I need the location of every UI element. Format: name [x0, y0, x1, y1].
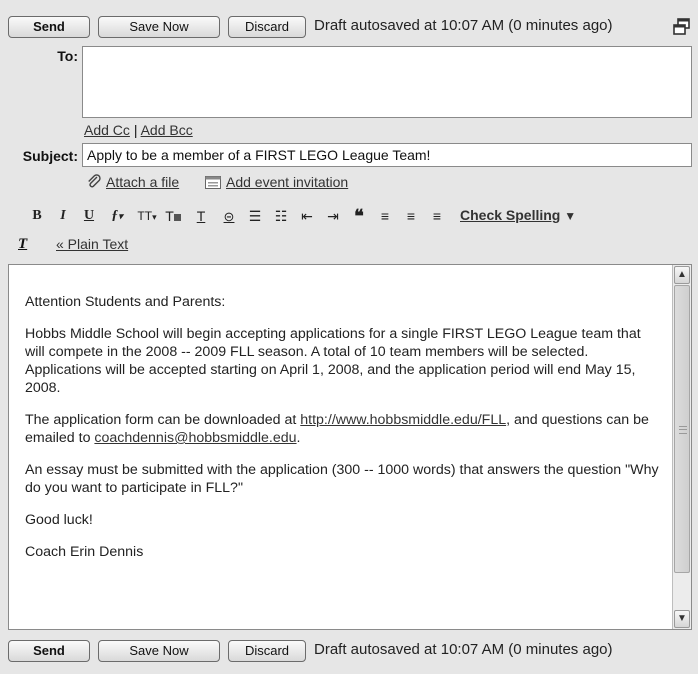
bulleted-list-button[interactable]: ☷ [270, 206, 292, 226]
outdent-button[interactable]: ⇤ [296, 206, 318, 226]
discard-button[interactable]: Discard [228, 16, 306, 38]
align-center-icon: ≡ [406, 208, 416, 224]
scroll-up-icon[interactable]: ▲ [674, 266, 690, 284]
to-label: To: [57, 48, 78, 64]
dropdown-arrow-icon: ▾ [152, 212, 157, 222]
text-color-icon: T [165, 208, 181, 224]
check-spelling-link[interactable]: Check Spelling [460, 207, 560, 223]
link-button[interactable]: ⊝ [218, 206, 240, 226]
autosave-status-bottom: Draft autosaved at 10:07 AM (0 minutes a… [314, 641, 613, 658]
dropdown-arrow-icon: ▾ [118, 211, 123, 221]
highlight-icon: T [196, 208, 206, 224]
scroll-thumb[interactable] [674, 285, 690, 573]
check-spelling-button[interactable]: Check Spelling ▼ [460, 207, 576, 223]
font-button[interactable]: ƒ▾ [102, 206, 132, 226]
indent-button[interactable]: ⇥ [322, 206, 344, 226]
message-editor[interactable]: Attention Students and Parents: Hobbs Mi… [8, 264, 692, 630]
add-event-link[interactable]: Add event invitation [226, 174, 348, 190]
para2-text-c: . [296, 430, 301, 446]
numbered-list-button[interactable]: ☰ [244, 206, 266, 226]
editor-scrollbar[interactable]: ▲ ▼ [672, 265, 691, 629]
send-button-bottom[interactable]: Send [8, 640, 90, 662]
closing-text: Good luck! [25, 512, 93, 528]
quote-icon: ❝ [354, 206, 364, 226]
greeting-text: Attention Students and Parents: [25, 294, 226, 310]
highlight-button[interactable]: T [190, 206, 212, 226]
calendar-icon [205, 176, 221, 189]
save-now-button[interactable]: Save Now [98, 16, 220, 38]
signature-text: Coach Erin Dennis [25, 544, 144, 560]
bold-button[interactable]: B [26, 206, 48, 226]
scroll-down-icon[interactable]: ▼ [674, 610, 690, 628]
cc-bcc-links: Add Cc | Add Bcc [84, 122, 193, 138]
quote-button[interactable]: ❝ [348, 206, 370, 226]
email-link[interactable]: coachdennis@hobbsmiddle.edu [94, 430, 296, 446]
align-left-icon: ≡ [380, 208, 390, 224]
text-color-button[interactable]: T [162, 206, 184, 226]
paragraph-links: The application form can be downloaded a… [25, 411, 659, 447]
paperclip-icon [86, 174, 102, 190]
cc-bcc-separator: | [133, 122, 138, 138]
bulleted-list-icon: ☷ [274, 208, 288, 224]
indent-icon: ⇥ [327, 208, 339, 224]
grip-icon [679, 426, 687, 434]
send-button[interactable]: Send [8, 16, 90, 38]
align-left-button[interactable]: ≡ [374, 206, 396, 226]
align-right-icon: ≡ [432, 208, 442, 224]
dropdown-arrow-icon: ▼ [564, 209, 577, 223]
attach-file-link[interactable]: Attach a file [106, 174, 179, 190]
message-body[interactable]: Attention Students and Parents: Hobbs Mi… [25, 269, 659, 575]
autosave-status: Draft autosaved at 10:07 AM (0 minutes a… [314, 17, 613, 34]
remove-formatting-icon[interactable]: T [18, 236, 27, 253]
italic-button[interactable]: I [52, 206, 74, 226]
paragraph-intro: Hobbs Middle School will begin accepting… [25, 326, 641, 396]
plain-text-link[interactable]: « Plain Text [56, 236, 128, 252]
discard-button-bottom[interactable]: Discard [228, 640, 306, 662]
save-now-button-bottom[interactable]: Save Now [98, 640, 220, 662]
numbered-list-icon: ☰ [248, 208, 262, 224]
align-right-button[interactable]: ≡ [426, 206, 448, 226]
add-cc-link[interactable]: Add Cc [84, 122, 130, 138]
website-link[interactable]: http://www.hobbsmiddle.edu/FLL [300, 412, 506, 428]
para2-text-a: The application form can be downloaded a… [25, 412, 301, 428]
size-icon: TT [137, 209, 153, 223]
to-field[interactable] [82, 46, 692, 118]
link-icon: ⊝ [223, 209, 235, 224]
font-size-button[interactable]: TT▾ [134, 206, 160, 226]
underline-button[interactable]: U [78, 206, 100, 226]
new-window-icon[interactable] [672, 17, 692, 37]
subject-label: Subject: [22, 148, 78, 164]
subject-field[interactable] [82, 143, 692, 167]
outdent-icon: ⇤ [301, 208, 313, 224]
add-bcc-link[interactable]: Add Bcc [141, 122, 193, 138]
paragraph-essay: An essay must be submitted with the appl… [25, 462, 659, 496]
align-center-button[interactable]: ≡ [400, 206, 422, 226]
